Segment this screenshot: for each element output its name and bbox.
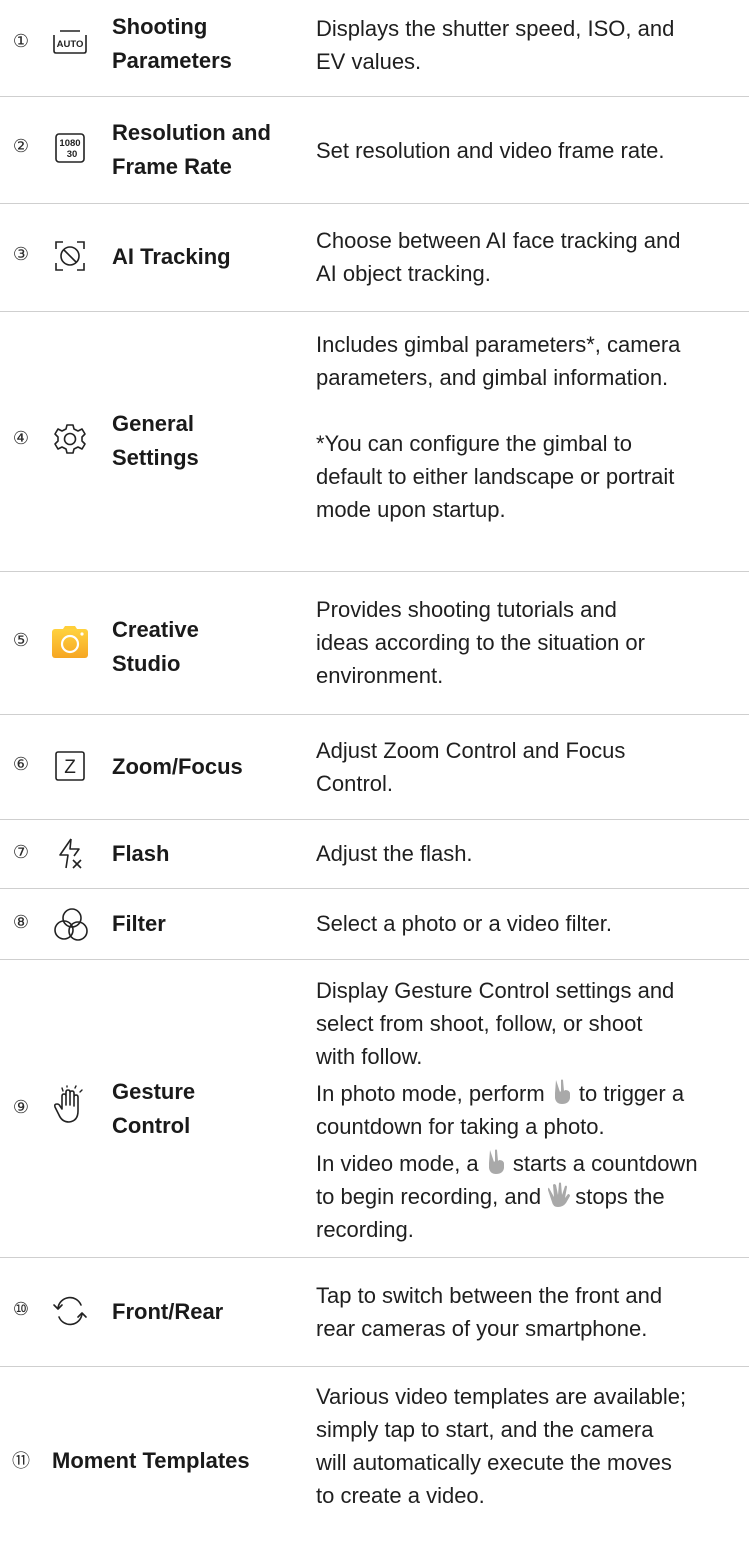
flash-off-icon bbox=[50, 834, 90, 874]
svg-text:Z: Z bbox=[64, 757, 76, 778]
row-number: ⑩ bbox=[12, 1299, 30, 1319]
ai-tracking-icon bbox=[50, 236, 90, 276]
feature-name: Resolution and Frame Rate bbox=[112, 120, 271, 179]
row-number: ③ bbox=[12, 244, 30, 264]
feature-description: Set resolution and video frame rate. bbox=[316, 138, 665, 163]
svg-text:AUTO: AUTO bbox=[57, 39, 84, 50]
svg-text:1080: 1080 bbox=[59, 138, 80, 149]
feature-description: Displays the shutter speed, ISO, and EV v… bbox=[316, 16, 675, 74]
feature-name: Gesture Control bbox=[112, 1079, 196, 1138]
gear-icon bbox=[50, 419, 90, 459]
resolution-1080-30-icon: 1080 30 bbox=[50, 128, 90, 168]
row-number: ④ bbox=[12, 428, 30, 448]
table-row: ⑦ Flash Adjust the flash. bbox=[0, 820, 749, 889]
table-row: ⑩ Front/Rear Tap to switch between the f… bbox=[0, 1258, 749, 1367]
feature-description: Adjust the flash. bbox=[316, 841, 473, 866]
row-number: ⑧ bbox=[12, 912, 30, 932]
row-number: ② bbox=[12, 136, 30, 156]
row-number: ⑤ bbox=[12, 630, 30, 650]
svg-text:30: 30 bbox=[67, 149, 78, 160]
open-palm-gesture-icon bbox=[547, 1182, 571, 1208]
table-row: ⑤ Creative Studio Provides shooting tutor… bbox=[0, 572, 749, 715]
table-row: ② 1080 30 Resolution and Frame Rate Set r… bbox=[0, 97, 749, 204]
feature-name: Filter bbox=[112, 911, 166, 936]
feature-name: Shooting Parameters bbox=[112, 14, 232, 73]
switch-camera-icon bbox=[50, 1291, 90, 1331]
feature-description: Display Gesture Control settings and sel… bbox=[316, 978, 698, 1242]
table-row: ③ AI Tracking Choose between AI face tra… bbox=[0, 204, 749, 312]
feature-name: Moment Templates bbox=[52, 1448, 250, 1473]
feature-name: General Settings bbox=[112, 411, 199, 470]
feature-name: AI Tracking bbox=[112, 244, 231, 269]
feature-name: Flash bbox=[112, 841, 170, 866]
table-row: ⑪ Moment Templates Various video templat… bbox=[0, 1367, 749, 1552]
table-row: ④ General Settings Includes gimbal parame… bbox=[0, 312, 749, 572]
row-number: ① bbox=[12, 31, 30, 51]
zoom-focus-icon: Z bbox=[50, 746, 90, 786]
feature-table: ① AUTO Shooting Parameters Displays the s… bbox=[0, 0, 749, 1552]
filter-icon bbox=[50, 904, 90, 944]
feature-description: Provides shooting tutorials and ideas acc… bbox=[316, 597, 645, 688]
row-number: ⑪ bbox=[12, 1451, 30, 1471]
gesture-hand-icon bbox=[50, 1085, 90, 1126]
feature-name: Front/Rear bbox=[112, 1299, 224, 1324]
row-number: ⑨ bbox=[12, 1097, 30, 1117]
feature-description: Choose between AI face tracking and AI ob… bbox=[316, 228, 681, 286]
feature-name: Creative Studio bbox=[112, 617, 199, 676]
feature-description: Select a photo or a video filter. bbox=[316, 911, 612, 936]
creative-studio-app-icon bbox=[50, 622, 90, 662]
v-sign-gesture-icon bbox=[485, 1149, 507, 1175]
feature-description: Adjust Zoom Control and Focus Control. bbox=[316, 738, 626, 796]
row-number: ⑥ bbox=[12, 754, 30, 774]
table-row: ⑧ Filter Select a photo or a video filte… bbox=[0, 889, 749, 960]
row-number: ⑦ bbox=[12, 842, 30, 862]
table-row: ⑥ Z Zoom/Focus Adjust Zoom Control and F… bbox=[0, 715, 749, 820]
table-row: ⑨ Gesture Control Display Gesture Control… bbox=[0, 960, 749, 1258]
feature-description: Includes gimbal parameters*, camera para… bbox=[316, 332, 681, 522]
feature-description: Various video templates are available; s… bbox=[316, 1384, 687, 1508]
v-sign-gesture-icon bbox=[551, 1079, 573, 1105]
table-row: ① AUTO Shooting Parameters Displays the s… bbox=[0, 0, 749, 97]
auto-icon: AUTO bbox=[50, 22, 90, 62]
feature-description: Tap to switch between the front and rear … bbox=[316, 1283, 663, 1341]
feature-name: Zoom/Focus bbox=[112, 754, 243, 779]
